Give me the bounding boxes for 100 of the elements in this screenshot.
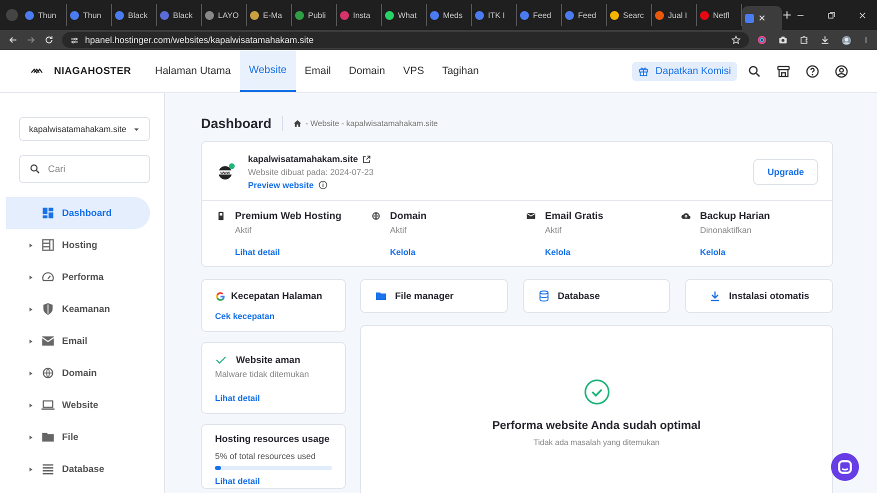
browser-tab[interactable]: Searc [607,4,652,26]
service-link[interactable]: Kelola [545,247,604,257]
site-dropdown[interactable]: kapalwisatamahakam.site [19,117,150,141]
browser-tab[interactable]: ITK I [472,4,517,26]
gift-icon [638,66,650,76]
sidebar-item[interactable]: Hosting [6,229,150,261]
site-icon [115,10,124,20]
sidebar-item[interactable]: Domain [6,357,150,389]
nav-tab[interactable]: Email [296,50,340,92]
service-status: Aktif [235,225,253,235]
extensions-icon[interactable] [799,35,809,45]
service-title: Backup Harian [700,211,770,222]
database-icon [538,290,550,302]
security-status: Malware tidak ditemukan [215,369,310,379]
browser-tab[interactable]: Publi [292,4,337,26]
service-link[interactable]: Kelola [700,247,770,257]
folder-icon [41,430,55,444]
sidebar-item[interactable]: Email [6,325,150,357]
extension-icon[interactable] [757,35,767,45]
sidebar-item[interactable]: Website [6,389,150,421]
menu-icon[interactable] [863,35,869,45]
site-settings-icon[interactable] [70,36,79,44]
forward-icon[interactable] [26,35,36,45]
browser-tab[interactable]: Black [157,4,202,26]
profile-avatar-icon[interactable] [841,34,852,46]
site-icon [700,10,709,20]
nav-tab[interactable]: Tagihan [433,50,488,92]
external-link-icon[interactable] [362,154,372,164]
search-icon[interactable] [747,64,762,78]
browser-tab[interactable]: Meds [427,4,472,26]
nav-tab[interactable]: Website [240,50,296,92]
browser-tab[interactable]: Jual I [652,4,697,26]
search-icon [29,163,41,175]
star-icon[interactable] [731,35,741,45]
card-title: Website aman [236,354,300,366]
restore-icon[interactable] [827,10,836,20]
created-date: Website dibuat pada: 2024-07-23 [248,167,374,177]
browser-tab[interactable]: LAYO [202,4,247,26]
cloud-upload-icon [681,211,691,221]
browser-tab[interactable]: Feed [517,4,562,26]
check-icon [215,354,227,366]
mail-icon [41,334,55,348]
site-icon [385,10,394,20]
browser-tab[interactable]: E-Ma [247,4,292,26]
sidebar-item[interactable]: File [6,421,150,453]
site-icon [205,10,214,20]
upgrade-button[interactable]: Upgrade [753,159,818,185]
caret-icon [133,126,140,132]
sidebar-item[interactable]: Keamanan [6,293,150,325]
browser-tab[interactable]: Insta [337,4,382,26]
site-icon [745,14,754,22]
browser-tab[interactable]: Thun [67,4,112,26]
help-icon[interactable] [805,64,820,78]
back-icon[interactable] [8,35,18,45]
browser-tab[interactable]: Thun [22,4,67,26]
nav-tab[interactable]: Halaman Utama [146,50,240,92]
close-icon[interactable] [758,14,766,22]
security-link[interactable]: Lihat detail [215,393,332,403]
service-status: Dinonaktifkan [700,225,753,235]
camera-icon[interactable] [778,35,788,45]
server-icon [41,238,55,252]
search-field[interactable]: Cari [19,155,150,183]
service-title: Premium Web Hosting [235,211,342,222]
reload-icon[interactable] [44,35,54,45]
nav-tab[interactable]: VPS [394,50,434,92]
store-icon[interactable] [776,64,791,78]
mail-icon [526,211,536,221]
service-link[interactable]: Lihat detail [235,247,342,257]
shortcut-card[interactable]: File manager [360,279,508,313]
site-icon [565,10,574,20]
home-icon[interactable] [292,118,302,128]
address-bar[interactable]: hpanel.hostinger.com/websites/kapalwisatamahakam.site [62,32,749,48]
resources-link[interactable]: Lihat detail [215,476,332,486]
gauge-icon [41,270,55,284]
browser-tab[interactable]: What [382,4,427,26]
card-title: Kecepatan Halaman [231,291,322,302]
browser-tab[interactable]: Feed [562,4,607,26]
preview-link[interactable]: Preview website [248,180,314,190]
download-icon[interactable] [820,35,830,45]
account-icon[interactable] [834,64,849,78]
chat-button-icon[interactable] [831,453,859,481]
sidebar-item[interactable]: Database [6,453,150,485]
speed-link[interactable]: Cek kecepatan [215,311,332,321]
shortcut-card[interactable]: Instalasi otomatis [685,279,833,313]
sidebar-item[interactable]: Dashboard [6,197,150,229]
nav-tab[interactable]: Domain [340,50,394,92]
card-title: Hosting resources usage [215,434,330,445]
dashboard-icon [41,206,55,220]
new-tab-icon[interactable] [782,10,792,20]
service-link[interactable]: Kelola [390,247,427,257]
browser-tab[interactable]: Black [112,4,157,26]
sidebar-item[interactable]: Performa [6,261,150,293]
brand-name: NIAGAHOSTER [54,66,132,76]
site-icon [520,10,529,20]
close-icon[interactable] [858,10,867,20]
check-circle-icon [582,378,610,406]
promo-button[interactable]: Dapatkan Komisi [632,62,737,80]
usage-text: 5% of total resources used [215,451,317,461]
shortcut-card[interactable]: Database [522,279,670,313]
site-icon [430,10,439,20]
